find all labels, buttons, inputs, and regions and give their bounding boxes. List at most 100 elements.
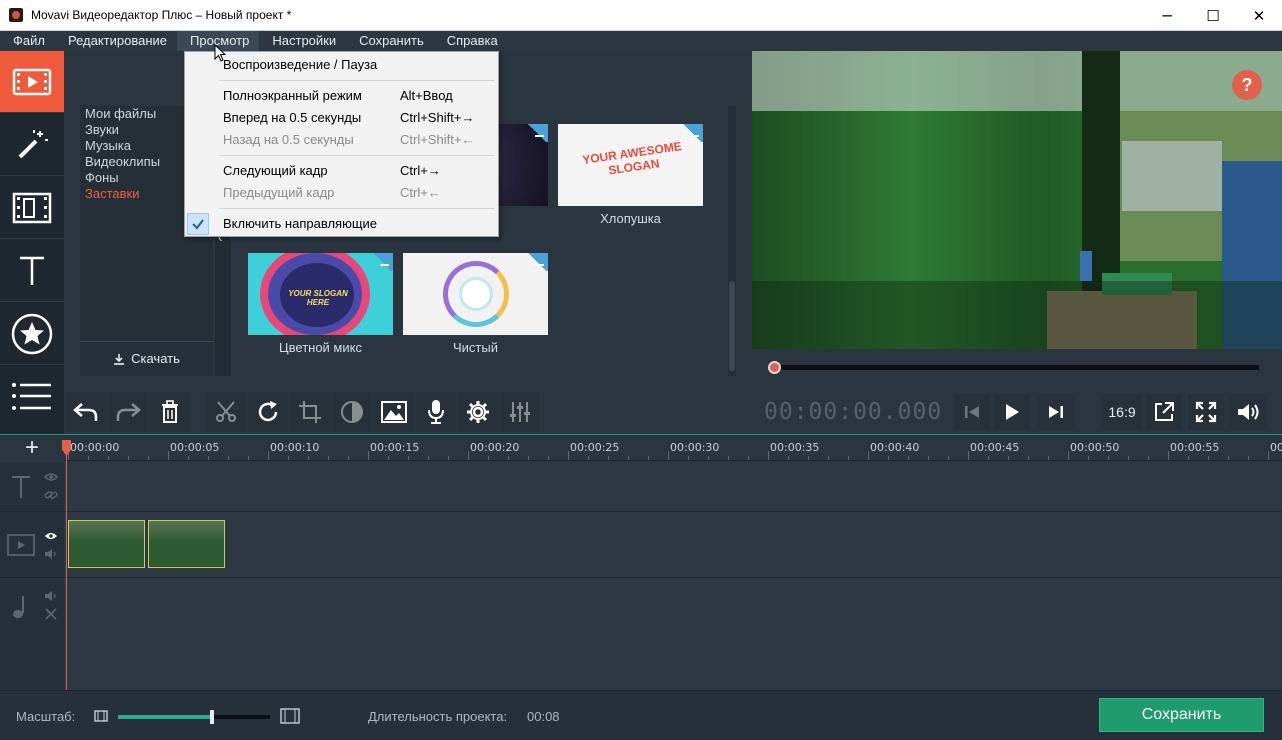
ruler-tick: [1268, 451, 1269, 460]
filters-tab[interactable]: [0, 114, 64, 176]
record-audio-button[interactable]: [416, 392, 456, 432]
list-menu-icon: [12, 383, 51, 410]
title-track[interactable]: [64, 462, 1282, 512]
player-controls: 00:00:00.000 16:9: [752, 390, 1282, 434]
menu-edit[interactable]: Редактирование: [55, 31, 177, 51]
intro-thumb-clapper[interactable]: YOUR AWESOME SLOGAN: [558, 124, 703, 206]
menu-item-label: Следующий кадр: [223, 163, 328, 178]
video-clip[interactable]: [68, 520, 145, 568]
download-badge-icon[interactable]: [526, 124, 548, 142]
save-button[interactable]: Сохранить: [1099, 698, 1264, 732]
equalizer-button[interactable]: [500, 392, 540, 432]
ruler-tick: [508, 456, 509, 460]
zoom-out-film-icon[interactable]: [94, 710, 108, 722]
video-preview[interactable]: [752, 51, 1282, 349]
redo-button[interactable]: [108, 392, 148, 432]
library-scrollbar[interactable]: [728, 106, 736, 376]
intro-thumb-clean[interactable]: [403, 253, 548, 335]
skip-back-icon: [965, 406, 979, 418]
menu-settings[interactable]: Настройки: [259, 31, 346, 51]
ruler-tick: [548, 456, 549, 460]
ruler-tick: [728, 456, 729, 460]
menu-item-play-pause[interactable]: Воспроизведение / Пауза: [185, 54, 498, 76]
minimize-button[interactable]: ─: [1144, 0, 1190, 31]
seek-bar[interactable]: [752, 349, 1282, 386]
audio-track-header: [0, 578, 64, 691]
zoom-slider-handle[interactable]: [210, 710, 215, 724]
ruler-tick: [868, 451, 869, 460]
menu-item-forward[interactable]: Вперед на 0.5 секунды Ctrl+Shift+→: [185, 107, 498, 129]
ruler-tick: [1248, 456, 1249, 460]
add-track-button[interactable]: +: [0, 434, 64, 461]
link-icon[interactable]: [44, 489, 58, 501]
ruler-tick: [928, 456, 929, 460]
download-badge-icon[interactable]: [371, 253, 393, 271]
zoom-in-film-icon[interactable]: [280, 708, 300, 724]
crop-button[interactable]: [290, 392, 330, 432]
ruler-tick: [268, 451, 269, 460]
menu-save[interactable]: Сохранить: [346, 31, 434, 51]
download-button[interactable]: Скачать: [80, 341, 213, 375]
menu-item-shortcut: Ctrl+→: [400, 163, 441, 178]
transitions-tab[interactable]: [0, 177, 64, 239]
menu-item-fullscreen[interactable]: Полноэкранный режим Alt+Ввод: [185, 85, 498, 107]
insert-image-button[interactable]: [374, 392, 414, 432]
intro-thumb-color-mix[interactable]: YOUR SLOGAN HERE: [248, 253, 393, 335]
time-ruler[interactable]: 00:00:00 00:00:05 00:00:10 00:00:15 00:0…: [64, 435, 1282, 461]
ruler-label: 00:00:00: [70, 441, 120, 454]
fullscreen-button[interactable]: [1188, 394, 1224, 430]
video-clip[interactable]: [148, 520, 225, 568]
ruler-tick: [1128, 456, 1129, 460]
titles-tab[interactable]: [0, 240, 64, 302]
menu-item-shortcut: Ctrl+Shift+←: [400, 132, 475, 147]
eye-icon[interactable]: [44, 472, 58, 482]
color-adjust-button[interactable]: [332, 392, 372, 432]
seek-handle[interactable]: [768, 361, 781, 374]
ruler-tick: [448, 456, 449, 460]
ruler-tick: [288, 456, 289, 460]
status-bar: Масштаб: Длительность проекта: 00:08: [0, 690, 1282, 740]
ruler-label: 00: [1270, 441, 1282, 454]
speaker-icon[interactable]: [44, 548, 58, 560]
scissors-icon[interactable]: [45, 608, 57, 620]
ruler-tick: [1148, 456, 1149, 460]
import-tab[interactable]: [0, 51, 64, 113]
duration-value: 00:08: [527, 709, 560, 724]
audio-track[interactable]: [64, 578, 1282, 691]
ruler-tick: [108, 456, 109, 460]
download-badge-icon[interactable]: [681, 124, 703, 142]
menu-item-guides[interactable]: Включить направляющие: [185, 213, 498, 235]
speaker-icon[interactable]: [44, 590, 58, 602]
delete-button[interactable]: [150, 392, 190, 432]
ruler-tick: [688, 456, 689, 460]
ruler-tick: [388, 456, 389, 460]
rotate-button[interactable]: [248, 392, 288, 432]
cut-button[interactable]: [206, 392, 246, 432]
undo-button[interactable]: [66, 392, 106, 432]
close-button[interactable]: ✕: [1236, 0, 1282, 31]
previous-button[interactable]: [954, 394, 990, 430]
download-label: Скачать: [131, 351, 180, 366]
undo-icon: [73, 403, 98, 421]
video-track[interactable]: [64, 512, 1282, 578]
maximize-button[interactable]: ☐: [1190, 0, 1236, 31]
menu-item-next-frame[interactable]: Следующий кадр Ctrl+→: [185, 160, 498, 182]
download-badge-icon[interactable]: [526, 253, 548, 271]
next-button[interactable]: [1038, 394, 1074, 430]
volume-button[interactable]: [1230, 394, 1266, 430]
help-button[interactable]: ?: [1232, 70, 1262, 100]
ruler-tick: [1028, 456, 1029, 460]
menu-help[interactable]: Справка: [434, 31, 508, 51]
zoom-slider[interactable]: [118, 715, 270, 719]
zoom-label: Масштаб:: [16, 709, 76, 724]
clip-settings-button[interactable]: [458, 392, 498, 432]
eye-icon[interactable]: [44, 531, 58, 541]
aspect-ratio-button[interactable]: 16:9: [1102, 394, 1142, 430]
play-button[interactable]: [994, 394, 1030, 430]
stickers-tab[interactable]: [0, 303, 64, 365]
ruler-tick: [788, 456, 789, 460]
detach-preview-button[interactable]: [1146, 394, 1182, 430]
ruler-tick: [408, 456, 409, 460]
more-tools-tab[interactable]: [0, 366, 64, 428]
menu-file[interactable]: Файл: [0, 31, 55, 51]
